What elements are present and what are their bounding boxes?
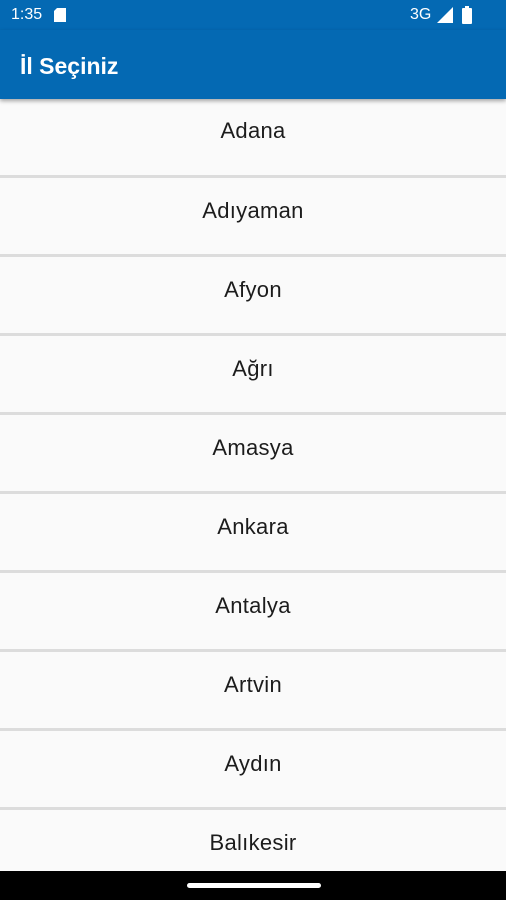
list-item[interactable]: Aydın	[0, 731, 506, 810]
app-bar: İl Seçiniz	[0, 30, 506, 99]
battery-icon	[462, 6, 472, 24]
status-time: 1:35	[11, 6, 43, 23]
city-label: Ağrı	[232, 356, 274, 381]
city-label: Amasya	[212, 435, 294, 460]
city-label: Artvin	[223, 672, 283, 697]
city-label: Afyon	[224, 277, 282, 302]
navigation-bar	[0, 871, 506, 900]
city-label: Antalya	[215, 593, 291, 618]
status-bar: 1:35 3G	[0, 0, 506, 30]
sd-card-icon	[54, 8, 66, 22]
list-item[interactable]: Antalya	[0, 573, 506, 652]
page-title: İl Seçiniz	[20, 53, 119, 79]
city-label: Aydın	[224, 751, 282, 776]
network-type-label: 3G	[410, 6, 432, 23]
list-item[interactable]: Balıkesir	[0, 810, 506, 871]
list-item[interactable]: Ankara	[0, 494, 506, 573]
city-label: Balıkesir	[209, 830, 297, 855]
home-gesture-handle[interactable]	[187, 883, 321, 888]
list-item[interactable]: Artvin	[0, 652, 506, 731]
city-list[interactable]: Adana Adıyaman Afyon Ağrı Amasya Ankara …	[0, 99, 506, 871]
signal-icon	[437, 7, 453, 23]
list-item[interactable]: Ağrı	[0, 336, 506, 415]
city-label: Adıyaman	[202, 198, 304, 223]
city-label: Adana	[220, 118, 286, 143]
list-item[interactable]: Adıyaman	[0, 178, 506, 257]
list-item[interactable]: Amasya	[0, 415, 506, 494]
list-item[interactable]: Adana	[0, 99, 506, 178]
city-label: Ankara	[217, 514, 289, 539]
list-item[interactable]: Afyon	[0, 257, 506, 336]
phone-screen: 1:35 3G İl Seçiniz Adana Adıyaman Afyon …	[0, 0, 506, 900]
